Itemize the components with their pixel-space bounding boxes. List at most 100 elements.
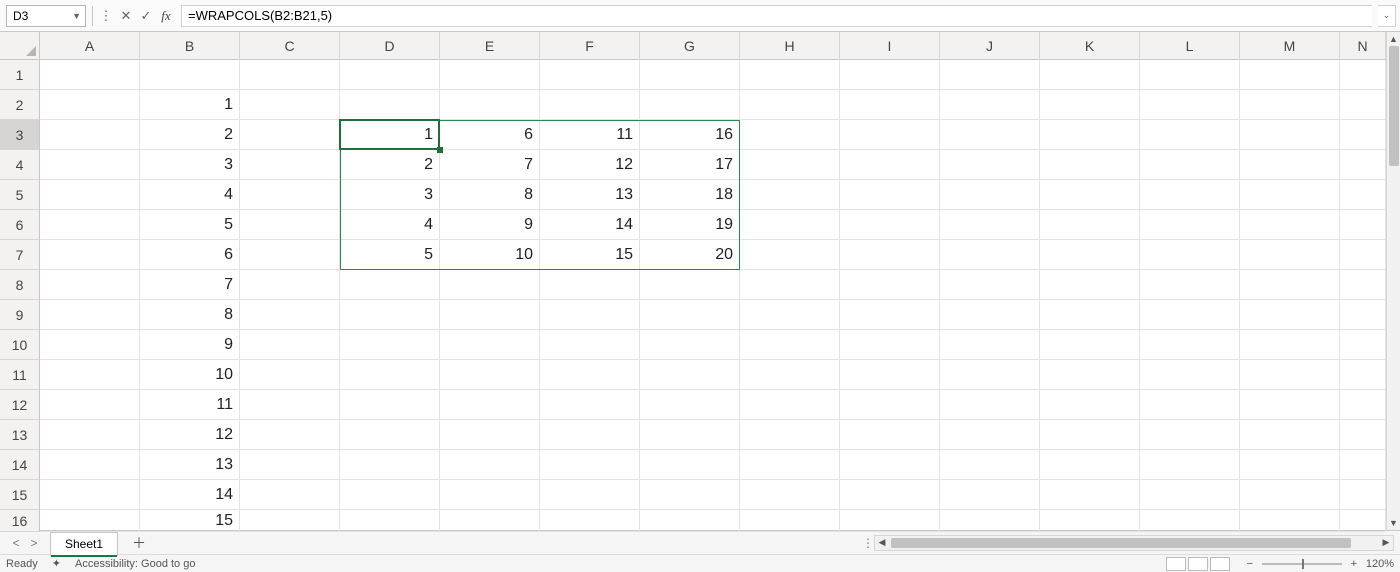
cell[interactable] (240, 420, 340, 450)
cell[interactable] (540, 360, 640, 390)
cell[interactable]: 7 (140, 270, 240, 300)
cell[interactable] (340, 480, 440, 510)
cell[interactable]: 7 (440, 150, 540, 180)
cell[interactable] (840, 150, 940, 180)
cell[interactable]: 17 (640, 150, 740, 180)
column-header[interactable]: A (40, 32, 140, 60)
cell[interactable] (740, 450, 840, 480)
cell[interactable] (540, 60, 640, 90)
cell[interactable]: 8 (440, 180, 540, 210)
cell[interactable] (640, 330, 740, 360)
cell[interactable] (1240, 360, 1340, 390)
cell[interactable] (640, 450, 740, 480)
sheet-prev-icon[interactable]: < (10, 536, 22, 550)
cells[interactable]: 1216111632712174381318549141965101520789… (40, 60, 1386, 530)
scroll-left-icon[interactable]: ◀ (875, 537, 889, 548)
cell[interactable] (940, 210, 1040, 240)
cell[interactable] (240, 300, 340, 330)
cell[interactable] (40, 330, 140, 360)
cell[interactable] (240, 450, 340, 480)
cell[interactable] (1240, 300, 1340, 330)
cell[interactable] (1240, 480, 1340, 510)
cell[interactable]: 13 (140, 450, 240, 480)
cell[interactable] (40, 360, 140, 390)
cell[interactable] (540, 390, 640, 420)
cell[interactable] (40, 210, 140, 240)
cell[interactable] (1140, 450, 1240, 480)
cell[interactable] (340, 450, 440, 480)
cell[interactable] (940, 120, 1040, 150)
cell[interactable]: 2 (140, 120, 240, 150)
cell[interactable] (740, 270, 840, 300)
cell[interactable] (40, 90, 140, 120)
cell[interactable] (40, 120, 140, 150)
cell[interactable]: 8 (140, 300, 240, 330)
cell[interactable] (40, 180, 140, 210)
cell[interactable] (1340, 300, 1386, 330)
cell[interactable] (540, 330, 640, 360)
cell[interactable] (1240, 150, 1340, 180)
cell[interactable] (1340, 450, 1386, 480)
cell[interactable] (340, 420, 440, 450)
cell[interactable] (540, 270, 640, 300)
cell[interactable] (840, 180, 940, 210)
cell[interactable] (940, 180, 1040, 210)
cell[interactable]: 13 (540, 180, 640, 210)
cell[interactable] (1140, 300, 1240, 330)
cell[interactable] (1140, 510, 1240, 532)
row-header[interactable]: 11 (0, 360, 39, 390)
fx-icon[interactable]: fx (159, 8, 173, 24)
cell[interactable] (1240, 180, 1340, 210)
row-header[interactable]: 6 (0, 210, 39, 240)
cell[interactable] (640, 390, 740, 420)
select-all-button[interactable] (0, 32, 40, 60)
column-header[interactable]: D (340, 32, 440, 60)
fill-handle[interactable] (437, 147, 443, 153)
row-header[interactable]: 4 (0, 150, 39, 180)
cell[interactable] (440, 390, 540, 420)
enter-icon[interactable]: ✓ (139, 8, 153, 24)
cell[interactable]: 4 (340, 210, 440, 240)
cell[interactable] (840, 330, 940, 360)
cell[interactable] (640, 420, 740, 450)
cell[interactable] (840, 300, 940, 330)
cell[interactable] (740, 210, 840, 240)
cell[interactable] (840, 450, 940, 480)
cell[interactable] (240, 510, 340, 532)
column-header[interactable]: K (1040, 32, 1140, 60)
cell[interactable]: 2 (340, 150, 440, 180)
cell[interactable] (1140, 420, 1240, 450)
cell[interactable] (440, 450, 540, 480)
row-header[interactable]: 8 (0, 270, 39, 300)
accessibility-icon[interactable]: ✦ (52, 557, 61, 570)
column-header[interactable]: M (1240, 32, 1340, 60)
cell[interactable] (1140, 60, 1240, 90)
cell[interactable] (940, 360, 1040, 390)
view-page-layout-button[interactable] (1188, 557, 1208, 571)
cell[interactable] (740, 330, 840, 360)
scroll-up-icon[interactable]: ▲ (1387, 32, 1400, 46)
cell[interactable] (1040, 60, 1140, 90)
cell[interactable]: 14 (140, 480, 240, 510)
vertical-scrollbar[interactable]: ▲ ▼ (1386, 32, 1400, 530)
cell[interactable] (1240, 420, 1340, 450)
cell[interactable] (1240, 450, 1340, 480)
zoom-slider[interactable] (1262, 563, 1342, 565)
add-sheet-button[interactable]: ＋ (132, 533, 146, 553)
cell[interactable] (640, 90, 740, 120)
cell[interactable] (1040, 120, 1140, 150)
cell[interactable] (340, 510, 440, 532)
cell[interactable] (440, 60, 540, 90)
cell[interactable] (1240, 210, 1340, 240)
cell[interactable] (40, 390, 140, 420)
cell[interactable] (840, 210, 940, 240)
cell[interactable] (340, 300, 440, 330)
cell[interactable] (540, 510, 640, 532)
cell[interactable] (940, 420, 1040, 450)
cell[interactable] (740, 150, 840, 180)
cell[interactable] (40, 60, 140, 90)
cell[interactable] (440, 90, 540, 120)
cell[interactable] (1340, 150, 1386, 180)
column-header[interactable]: E (440, 32, 540, 60)
row-header[interactable]: 9 (0, 300, 39, 330)
